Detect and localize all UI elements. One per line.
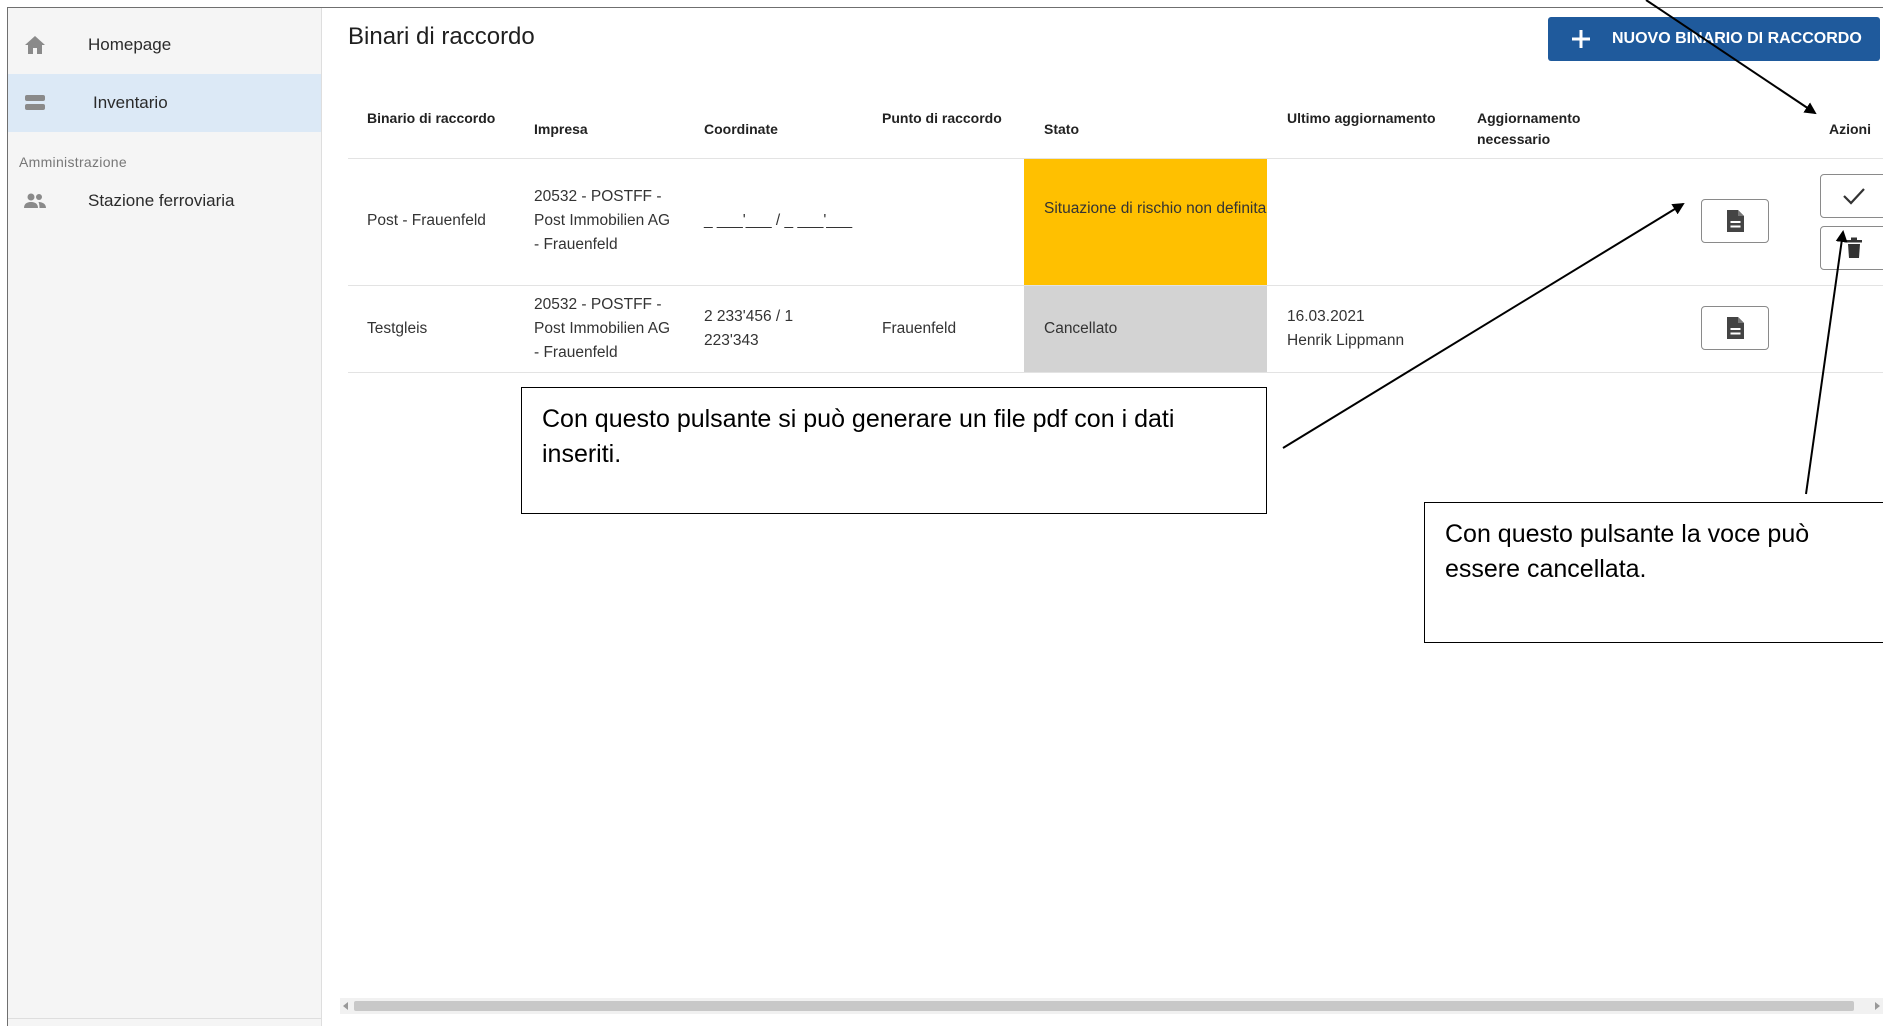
page-title: Binari di raccordo <box>348 23 535 50</box>
callout-delete: Con questo pulsante la voce può essere c… <box>1424 502 1883 643</box>
scrollbar-thumb[interactable] <box>354 1001 1854 1011</box>
sidebar-item-stazione-ferroviaria[interactable]: Stazione ferroviaria <box>8 172 321 230</box>
column-header-coordinate[interactable]: Coordinate <box>704 119 778 140</box>
cell-impresa: 20532 - POSTFF - Post Immobilien AG - Fr… <box>534 296 671 361</box>
status-badge: Situazione di rischio non definita <box>1024 159 1267 285</box>
sidebar-item-label: Stazione ferroviaria <box>88 191 235 210</box>
horizontal-scrollbar[interactable] <box>340 998 1883 1014</box>
cell-ultimo-data: 16.03.2021 <box>1287 308 1365 325</box>
cell-coordinate: 2 233'456 / 1 223'343 <box>704 308 794 349</box>
sidebar-item-homepage[interactable]: Homepage <box>8 16 321 74</box>
document-icon <box>1727 317 1744 339</box>
column-header-stato[interactable]: Stato <box>1044 119 1079 140</box>
callout-pdf: Con questo pulsante si può generare un f… <box>521 387 1267 514</box>
plus-icon <box>1572 30 1590 48</box>
table-row[interactable]: Post - Frauenfeld 20532 - POSTFF - Post … <box>348 159 1883 286</box>
cell-impresa: 20532 - POSTFF - Post Immobilien AG - Fr… <box>534 188 671 253</box>
column-header-binario[interactable]: Binario di raccordo <box>367 108 495 129</box>
scroll-right-arrow-icon[interactable] <box>1875 1002 1880 1010</box>
sidebar-item-label: Homepage <box>88 35 172 54</box>
column-header-punto[interactable]: Punto di raccordo <box>882 108 1002 129</box>
status-badge: Cancellato <box>1024 286 1267 372</box>
approve-button[interactable] <box>1820 174 1883 218</box>
sidebar-item-inventario[interactable]: Inventario <box>8 74 321 132</box>
cell-binario: Testgleis <box>367 320 428 337</box>
people-icon <box>24 193 46 208</box>
status-text: Situazione di rischio non definita <box>1044 200 1267 217</box>
column-header-azioni: Azioni <box>1829 121 1871 137</box>
sidebar: Homepage Inventario Amministrazione Staz… <box>8 8 322 1026</box>
sidebar-item-label: Inventario <box>93 93 168 112</box>
table-row[interactable]: Testgleis 20532 - POSTFF - Post Immobili… <box>348 286 1883 373</box>
status-text: Cancellato <box>1044 320 1118 337</box>
cell-coordinate: _ ___'___ / _ ___'___ <box>704 212 853 229</box>
sidebar-footer <box>8 1018 321 1026</box>
column-header-ultimo[interactable]: Ultimo aggiornamento <box>1287 108 1436 129</box>
generate-pdf-button[interactable] <box>1701 306 1769 350</box>
callout-pdf-text: Con questo pulsante si può generare un f… <box>542 405 1175 468</box>
document-icon <box>1727 210 1744 232</box>
cell-binario: Post - Frauenfeld <box>367 212 486 229</box>
column-header-aggiornamento[interactable]: Aggiornamento necessario <box>1477 108 1617 150</box>
column-header-impresa[interactable]: Impresa <box>534 119 588 140</box>
delete-button[interactable] <box>1820 226 1883 270</box>
home-icon <box>25 36 45 54</box>
cell-ultimo-utente: Henrik Lippmann <box>1287 332 1405 349</box>
new-siding-button-label: NUOVO BINARIO DI RACCORDO <box>1612 30 1862 47</box>
generate-pdf-button[interactable] <box>1701 199 1769 243</box>
check-icon <box>1843 188 1865 205</box>
table-header: Binario di raccordo Impresa Coordinate P… <box>348 92 1883 159</box>
storage-icon <box>25 95 45 110</box>
scroll-left-arrow-icon[interactable] <box>343 1002 348 1010</box>
new-siding-button[interactable]: NUOVO BINARIO DI RACCORDO <box>1548 17 1880 61</box>
callout-delete-text: Con questo pulsante la voce può essere c… <box>1445 520 1810 583</box>
trash-icon <box>1846 237 1862 258</box>
cell-punto: Frauenfeld <box>882 320 957 337</box>
sidebar-section-label: Amministrazione <box>19 154 127 170</box>
